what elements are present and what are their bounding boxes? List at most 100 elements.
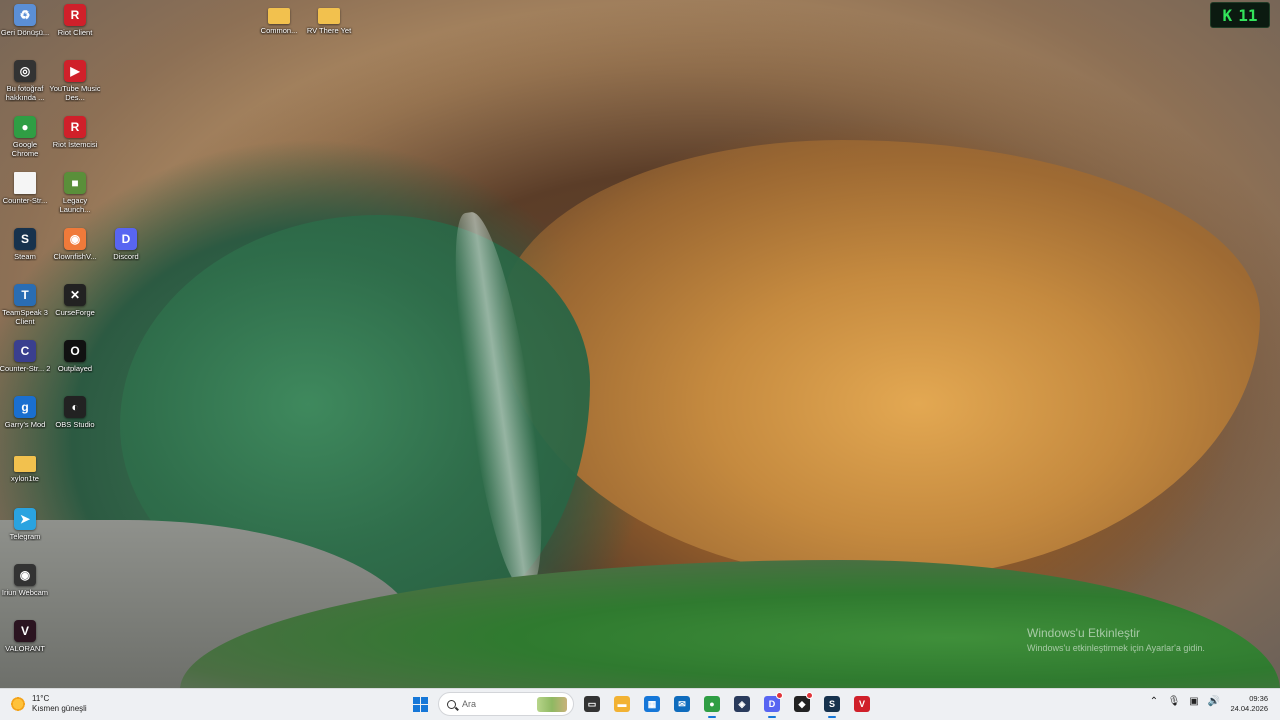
search-box[interactable]: Ara: [438, 692, 574, 716]
watermark-subtitle: Windows'u etkinleştirmek için Ayarlar'a …: [1027, 643, 1205, 653]
desktop-icon[interactable]: R Riot Client: [50, 4, 100, 58]
activate-windows-watermark: Windows'u Etkinleştir Windows'u etkinleş…: [1027, 626, 1205, 653]
desktop-icon-label: Outplayed: [57, 364, 93, 373]
desktop-icon[interactable]: RV There Yet: [304, 4, 354, 58]
task-view-icon: ▭: [584, 696, 600, 712]
counter-strike-icon: C: [14, 340, 36, 362]
desktop-icon[interactable]: ◐ OBS Studio: [50, 396, 100, 450]
wallpaper-beach: [500, 140, 1260, 580]
desktop-wallpaper: [0, 0, 1280, 690]
outplayed-icon: O: [64, 340, 86, 362]
app-icon: V: [854, 696, 870, 712]
desktop-icon[interactable]: ● Google Chrome: [0, 116, 50, 170]
search-placeholder: Ara: [462, 699, 477, 709]
outlook-icon: ✉: [674, 696, 690, 712]
taskbar-app[interactable]: ✉: [670, 692, 694, 716]
chrome-icon: ●: [704, 696, 720, 712]
taskbar-app[interactable]: ●: [700, 692, 724, 718]
start-button[interactable]: [408, 692, 432, 716]
clownfish-icon: ◉: [64, 228, 86, 250]
desktop-icon-label: ClownfishV...: [53, 252, 97, 261]
obs-icon: ◐: [64, 396, 86, 418]
watermark-title: Windows'u Etkinleştir: [1027, 626, 1140, 640]
teamspeak-icon: T: [14, 284, 36, 306]
desktop-icon[interactable]: D Discord: [101, 228, 151, 282]
taskbar-app[interactable]: D: [760, 692, 784, 718]
desktop-icon[interactable]: V VALORANT: [0, 620, 50, 674]
microphone-icon[interactable]: 🎙: [1168, 695, 1181, 707]
app-icon: ◈: [734, 696, 750, 712]
desktop-icon-label: VALORANT: [5, 644, 45, 653]
desktop-icon[interactable]: g Garry's Mod: [0, 396, 50, 450]
desktop-icon[interactable]: O Outplayed: [50, 340, 100, 394]
taskbar-app[interactable]: ▭: [580, 692, 604, 716]
store-icon: ▦: [644, 696, 660, 712]
network-icon[interactable]: ▣: [1188, 695, 1200, 707]
steam-icon: S: [14, 228, 36, 250]
taskbar-clock[interactable]: 09:36 24.04.2026: [1222, 694, 1268, 714]
taskbar-app[interactable]: ◆: [790, 692, 814, 716]
desktop-icon-label: Riot Client: [57, 28, 93, 37]
desktop-icon[interactable]: C Counter-Str... 2: [0, 340, 50, 394]
desktop-icon[interactable]: ◎ Bu fotoğraf hakkında ...: [0, 60, 50, 114]
taskbar-app[interactable]: S: [820, 692, 844, 718]
desktop-icon[interactable]: Common...: [254, 4, 304, 58]
desktop-icon[interactable]: ◉ Iriun Webcam: [0, 564, 50, 618]
garrys-mod-icon: g: [14, 396, 36, 418]
desktop-icon-label: Common...: [260, 26, 298, 35]
desktop-icon-label: Garry's Mod: [4, 420, 46, 429]
folder-icon: [318, 8, 340, 24]
weather-widget[interactable]: 11°C Kısmen güneşli: [10, 694, 87, 714]
volume-icon[interactable]: 🔊: [1208, 695, 1220, 707]
desktop-icon[interactable]: xylon1te: [0, 452, 50, 506]
clock-widget[interactable]: K 11: [1210, 2, 1270, 28]
desktop-icon[interactable]: R Riot İstemcisi: [50, 116, 100, 170]
desktop-icon[interactable]: S Steam: [0, 228, 50, 282]
desktop-icon-label: Riot İstemcisi: [52, 140, 98, 149]
notification-badge: [776, 692, 783, 699]
desktop-icon[interactable]: ◉ ClownfishV...: [50, 228, 100, 282]
desktop-icon[interactable]: ▶ YouTube Music Des...: [49, 60, 101, 114]
desktop-icon-label: YouTube Music Des...: [49, 84, 101, 102]
desktop-icon[interactable]: Counter-Str...: [0, 172, 50, 226]
weather-temp: 11°C: [32, 694, 50, 703]
taskbar-app[interactable]: ◈: [730, 692, 754, 716]
valorant-icon: V: [14, 620, 36, 642]
weather-condition: Kısmen güneşli: [32, 704, 87, 713]
riot-client-icon: R: [64, 116, 86, 138]
desktop-icon-label: Steam: [14, 252, 36, 261]
curseforge-icon: ✕: [64, 284, 86, 306]
desktop-icon-label: Geri Dönüşü...: [0, 28, 50, 37]
desktop-icon[interactable]: ♻ Geri Dönüşü...: [0, 4, 50, 58]
desktop-icon-label: Bu fotoğraf hakkında ...: [5, 84, 45, 102]
desktop-icon[interactable]: ➤ Telegram: [0, 508, 50, 562]
camera-icon: ◎: [14, 60, 36, 82]
taskbar-app[interactable]: V: [850, 692, 874, 716]
desktop-icon-label: Counter-Str... 2: [0, 364, 51, 373]
taskbar-app[interactable]: ▬: [610, 692, 634, 716]
taskbar-app[interactable]: ▦: [640, 692, 664, 716]
chevron-up-icon[interactable]: ⌃: [1148, 695, 1160, 707]
desktop-icon-label: RV There Yet: [306, 26, 352, 35]
desktop-icon[interactable]: T TeamSpeak 3 Client: [0, 284, 50, 338]
widget-value: 11: [1238, 5, 1258, 25]
folder-icon: [268, 8, 290, 24]
desktop-icon-label: CurseForge: [55, 308, 95, 317]
system-tray: ⌃ 🎙 ▣ 🔊: [1148, 695, 1220, 707]
youtube-music-icon: ▶: [64, 60, 86, 82]
file-icon: [14, 172, 36, 194]
desktop-icon-label: TeamSpeak 3 Client: [2, 308, 48, 326]
k-logo-icon: K: [1222, 5, 1233, 25]
riot-client-icon: R: [64, 4, 86, 26]
search-icon: [447, 699, 456, 709]
windows-logo-icon: [412, 696, 428, 712]
taskbar-center: Ara ▭ ▬ ▦ ✉ ● ◈ D ◆ S V: [408, 692, 874, 718]
desktop-icon-label: xylon1te: [11, 474, 39, 483]
desktop-icon-label: Telegram: [9, 532, 41, 541]
clock-time: 09:36: [1249, 694, 1268, 703]
desktop-icon-label: OBS Studio: [55, 420, 95, 429]
desktop-icon-label: Google Chrome: [11, 140, 39, 158]
desktop-icon-label: Discord: [113, 252, 139, 261]
desktop-icon[interactable]: ■ Legacy Launch...: [50, 172, 100, 226]
desktop-icon[interactable]: ✕ CurseForge: [50, 284, 100, 338]
